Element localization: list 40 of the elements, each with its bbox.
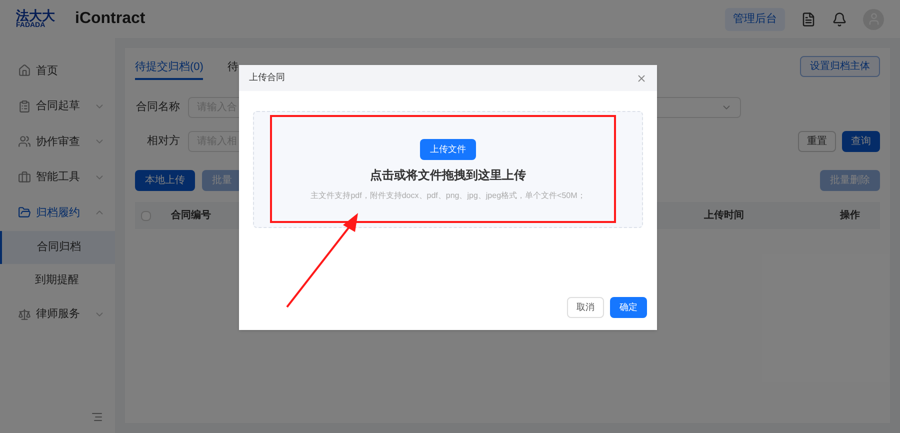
sidebar-item[interactable]: 首页	[0, 53, 115, 88]
clipboard-icon	[18, 100, 31, 113]
column-header: 上传时间	[704, 208, 744, 223]
app-name: iContract	[75, 9, 146, 29]
document-icon[interactable]	[801, 12, 816, 26]
upload-file-button[interactable]: 上传文件	[420, 139, 476, 160]
format-hint: 主文件支持pdf，附件支持docx、pdf、png、jpg、jpeg格式，单个文件<50M；	[310, 190, 586, 202]
people-icon	[18, 135, 31, 148]
sidebar-item[interactable]: 归档履约	[0, 195, 115, 230]
close-icon[interactable]	[636, 72, 647, 84]
toolbox-icon	[18, 170, 31, 184]
sidebar-item[interactable]: 合同起草	[0, 88, 115, 124]
tab[interactable]: 待	[227, 56, 238, 80]
folder-icon	[18, 206, 31, 220]
sidebar-item[interactable]: 律师服务	[0, 296, 115, 332]
column-header: 合同编号	[171, 208, 211, 223]
drop-instruction: 点击或将文件拖拽到这里上传	[370, 167, 526, 184]
action-button[interactable]: 本地上传	[135, 170, 195, 191]
logo-text: 法大大	[16, 9, 55, 22]
tab[interactable]: 待提交归档(0)	[135, 56, 204, 80]
confirm-button[interactable]: 确定	[610, 297, 647, 318]
query-button[interactable]: 查询	[842, 130, 880, 152]
bell-icon[interactable]	[832, 12, 847, 26]
column-header: 操作	[840, 208, 860, 223]
admin-button[interactable]: 管理后台	[725, 8, 785, 30]
collapse-icon[interactable]	[91, 411, 103, 423]
filter-label: 合同名称	[135, 100, 180, 115]
home-icon	[18, 64, 31, 78]
sidebar-item[interactable]: 智能工具	[0, 160, 115, 195]
dialog-title: 上传合同	[249, 71, 285, 84]
filter-label: 相对方	[146, 134, 180, 149]
sidebar-item[interactable]: 协作审查	[0, 124, 115, 160]
scales-icon	[18, 308, 31, 321]
drop-zone[interactable]: 上传文件 点击或将文件拖拽到这里上传 主文件支持pdf，附件支持docx、pdf、png、jpg、jpeg格式，单个文件<50M；	[253, 111, 643, 228]
sidebar-subitem[interactable]: 到期提醒	[0, 264, 115, 296]
settings-button[interactable]: 设置归档主体	[800, 56, 880, 77]
sidebar-subitem[interactable]: 合同归档	[0, 230, 115, 264]
cancel-button[interactable]: 取消	[567, 297, 604, 318]
checkbox[interactable]	[141, 210, 151, 220]
reset-button[interactable]: 重置	[798, 130, 836, 152]
